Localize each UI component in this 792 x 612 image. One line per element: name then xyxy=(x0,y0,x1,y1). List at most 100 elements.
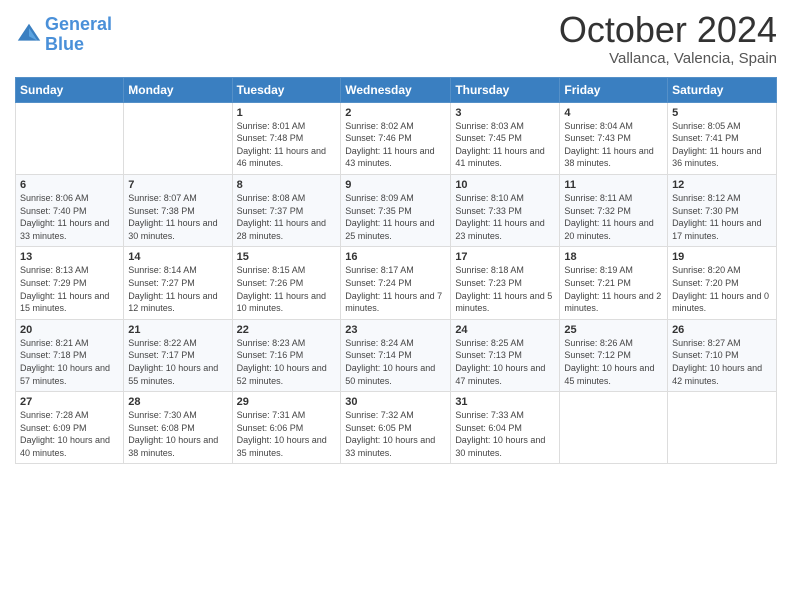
day-number: 7 xyxy=(128,179,227,191)
col-monday: Monday xyxy=(124,77,232,102)
location: Vallanca, Valencia, Spain xyxy=(559,50,777,67)
day-number: 16 xyxy=(345,251,446,263)
day-number: 8 xyxy=(237,179,337,191)
day-info: Sunrise: 8:24 AM Sunset: 7:14 PM Dayligh… xyxy=(345,337,446,387)
day-info: Sunrise: 8:01 AM Sunset: 7:48 PM Dayligh… xyxy=(237,120,337,170)
col-wednesday: Wednesday xyxy=(341,77,451,102)
day-cell: 12Sunrise: 8:12 AM Sunset: 7:30 PM Dayli… xyxy=(668,174,777,246)
day-cell: 22Sunrise: 8:23 AM Sunset: 7:16 PM Dayli… xyxy=(232,319,341,391)
day-number: 2 xyxy=(345,107,446,119)
day-cell: 17Sunrise: 8:18 AM Sunset: 7:23 PM Dayli… xyxy=(451,247,560,319)
day-number: 9 xyxy=(345,179,446,191)
day-number: 14 xyxy=(128,251,227,263)
day-info: Sunrise: 8:11 AM Sunset: 7:32 PM Dayligh… xyxy=(564,192,663,242)
title-block: October 2024 Vallanca, Valencia, Spain xyxy=(559,10,777,67)
day-info: Sunrise: 7:31 AM Sunset: 6:06 PM Dayligh… xyxy=(237,409,337,459)
day-cell: 27Sunrise: 7:28 AM Sunset: 6:09 PM Dayli… xyxy=(16,392,124,464)
page: General Blue October 2024 Vallanca, Vale… xyxy=(0,0,792,612)
day-cell: 5Sunrise: 8:05 AM Sunset: 7:41 PM Daylig… xyxy=(668,102,777,174)
col-thursday: Thursday xyxy=(451,77,560,102)
col-sunday: Sunday xyxy=(16,77,124,102)
day-cell: 8Sunrise: 8:08 AM Sunset: 7:37 PM Daylig… xyxy=(232,174,341,246)
day-cell xyxy=(16,102,124,174)
week-row-3: 13Sunrise: 8:13 AM Sunset: 7:29 PM Dayli… xyxy=(16,247,777,319)
day-cell: 9Sunrise: 8:09 AM Sunset: 7:35 PM Daylig… xyxy=(341,174,451,246)
day-cell: 18Sunrise: 8:19 AM Sunset: 7:21 PM Dayli… xyxy=(560,247,668,319)
day-info: Sunrise: 7:33 AM Sunset: 6:04 PM Dayligh… xyxy=(455,409,555,459)
day-info: Sunrise: 8:12 AM Sunset: 7:30 PM Dayligh… xyxy=(672,192,772,242)
week-row-2: 6Sunrise: 8:06 AM Sunset: 7:40 PM Daylig… xyxy=(16,174,777,246)
day-number: 6 xyxy=(20,179,119,191)
day-info: Sunrise: 8:20 AM Sunset: 7:20 PM Dayligh… xyxy=(672,264,772,314)
day-cell: 13Sunrise: 8:13 AM Sunset: 7:29 PM Dayli… xyxy=(16,247,124,319)
day-cell: 30Sunrise: 7:32 AM Sunset: 6:05 PM Dayli… xyxy=(341,392,451,464)
day-cell: 29Sunrise: 7:31 AM Sunset: 6:06 PM Dayli… xyxy=(232,392,341,464)
day-number: 13 xyxy=(20,251,119,263)
day-cell: 7Sunrise: 8:07 AM Sunset: 7:38 PM Daylig… xyxy=(124,174,232,246)
day-cell: 6Sunrise: 8:06 AM Sunset: 7:40 PM Daylig… xyxy=(16,174,124,246)
day-info: Sunrise: 8:07 AM Sunset: 7:38 PM Dayligh… xyxy=(128,192,227,242)
day-info: Sunrise: 8:13 AM Sunset: 7:29 PM Dayligh… xyxy=(20,264,119,314)
day-cell: 1Sunrise: 8:01 AM Sunset: 7:48 PM Daylig… xyxy=(232,102,341,174)
day-cell: 20Sunrise: 8:21 AM Sunset: 7:18 PM Dayli… xyxy=(16,319,124,391)
day-info: Sunrise: 7:30 AM Sunset: 6:08 PM Dayligh… xyxy=(128,409,227,459)
logo-icon xyxy=(15,21,43,49)
logo-text: General Blue xyxy=(45,15,112,55)
calendar-header: Sunday Monday Tuesday Wednesday Thursday… xyxy=(16,77,777,102)
day-info: Sunrise: 8:02 AM Sunset: 7:46 PM Dayligh… xyxy=(345,120,446,170)
day-number: 1 xyxy=(237,107,337,119)
day-number: 21 xyxy=(128,324,227,336)
col-tuesday: Tuesday xyxy=(232,77,341,102)
day-cell: 31Sunrise: 7:33 AM Sunset: 6:04 PM Dayli… xyxy=(451,392,560,464)
day-info: Sunrise: 8:25 AM Sunset: 7:13 PM Dayligh… xyxy=(455,337,555,387)
day-info: Sunrise: 8:04 AM Sunset: 7:43 PM Dayligh… xyxy=(564,120,663,170)
day-info: Sunrise: 8:21 AM Sunset: 7:18 PM Dayligh… xyxy=(20,337,119,387)
day-info: Sunrise: 8:05 AM Sunset: 7:41 PM Dayligh… xyxy=(672,120,772,170)
day-number: 15 xyxy=(237,251,337,263)
col-saturday: Saturday xyxy=(668,77,777,102)
day-cell: 24Sunrise: 8:25 AM Sunset: 7:13 PM Dayli… xyxy=(451,319,560,391)
day-info: Sunrise: 8:22 AM Sunset: 7:17 PM Dayligh… xyxy=(128,337,227,387)
day-cell: 25Sunrise: 8:26 AM Sunset: 7:12 PM Dayli… xyxy=(560,319,668,391)
day-info: Sunrise: 8:23 AM Sunset: 7:16 PM Dayligh… xyxy=(237,337,337,387)
day-cell: 11Sunrise: 8:11 AM Sunset: 7:32 PM Dayli… xyxy=(560,174,668,246)
day-number: 19 xyxy=(672,251,772,263)
day-cell: 16Sunrise: 8:17 AM Sunset: 7:24 PM Dayli… xyxy=(341,247,451,319)
day-cell: 26Sunrise: 8:27 AM Sunset: 7:10 PM Dayli… xyxy=(668,319,777,391)
day-number: 18 xyxy=(564,251,663,263)
day-cell: 28Sunrise: 7:30 AM Sunset: 6:08 PM Dayli… xyxy=(124,392,232,464)
day-info: Sunrise: 8:06 AM Sunset: 7:40 PM Dayligh… xyxy=(20,192,119,242)
day-info: Sunrise: 8:14 AM Sunset: 7:27 PM Dayligh… xyxy=(128,264,227,314)
day-number: 31 xyxy=(455,396,555,408)
day-cell: 15Sunrise: 8:15 AM Sunset: 7:26 PM Dayli… xyxy=(232,247,341,319)
day-cell: 23Sunrise: 8:24 AM Sunset: 7:14 PM Dayli… xyxy=(341,319,451,391)
day-number: 27 xyxy=(20,396,119,408)
logo-line2: Blue xyxy=(45,34,84,54)
day-number: 12 xyxy=(672,179,772,191)
day-info: Sunrise: 8:27 AM Sunset: 7:10 PM Dayligh… xyxy=(672,337,772,387)
day-info: Sunrise: 8:15 AM Sunset: 7:26 PM Dayligh… xyxy=(237,264,337,314)
day-cell xyxy=(560,392,668,464)
week-row-4: 20Sunrise: 8:21 AM Sunset: 7:18 PM Dayli… xyxy=(16,319,777,391)
day-cell: 2Sunrise: 8:02 AM Sunset: 7:46 PM Daylig… xyxy=(341,102,451,174)
day-number: 10 xyxy=(455,179,555,191)
day-number: 30 xyxy=(345,396,446,408)
logo: General Blue xyxy=(15,15,112,55)
day-info: Sunrise: 8:19 AM Sunset: 7:21 PM Dayligh… xyxy=(564,264,663,314)
day-info: Sunrise: 7:28 AM Sunset: 6:09 PM Dayligh… xyxy=(20,409,119,459)
day-info: Sunrise: 8:09 AM Sunset: 7:35 PM Dayligh… xyxy=(345,192,446,242)
day-cell xyxy=(668,392,777,464)
day-cell: 21Sunrise: 8:22 AM Sunset: 7:17 PM Dayli… xyxy=(124,319,232,391)
day-info: Sunrise: 8:26 AM Sunset: 7:12 PM Dayligh… xyxy=(564,337,663,387)
day-number: 29 xyxy=(237,396,337,408)
day-info: Sunrise: 8:03 AM Sunset: 7:45 PM Dayligh… xyxy=(455,120,555,170)
day-number: 5 xyxy=(672,107,772,119)
logo-line1: General xyxy=(45,14,112,34)
day-number: 26 xyxy=(672,324,772,336)
day-info: Sunrise: 7:32 AM Sunset: 6:05 PM Dayligh… xyxy=(345,409,446,459)
day-cell: 14Sunrise: 8:14 AM Sunset: 7:27 PM Dayli… xyxy=(124,247,232,319)
day-number: 28 xyxy=(128,396,227,408)
day-number: 20 xyxy=(20,324,119,336)
day-cell: 3Sunrise: 8:03 AM Sunset: 7:45 PM Daylig… xyxy=(451,102,560,174)
col-friday: Friday xyxy=(560,77,668,102)
